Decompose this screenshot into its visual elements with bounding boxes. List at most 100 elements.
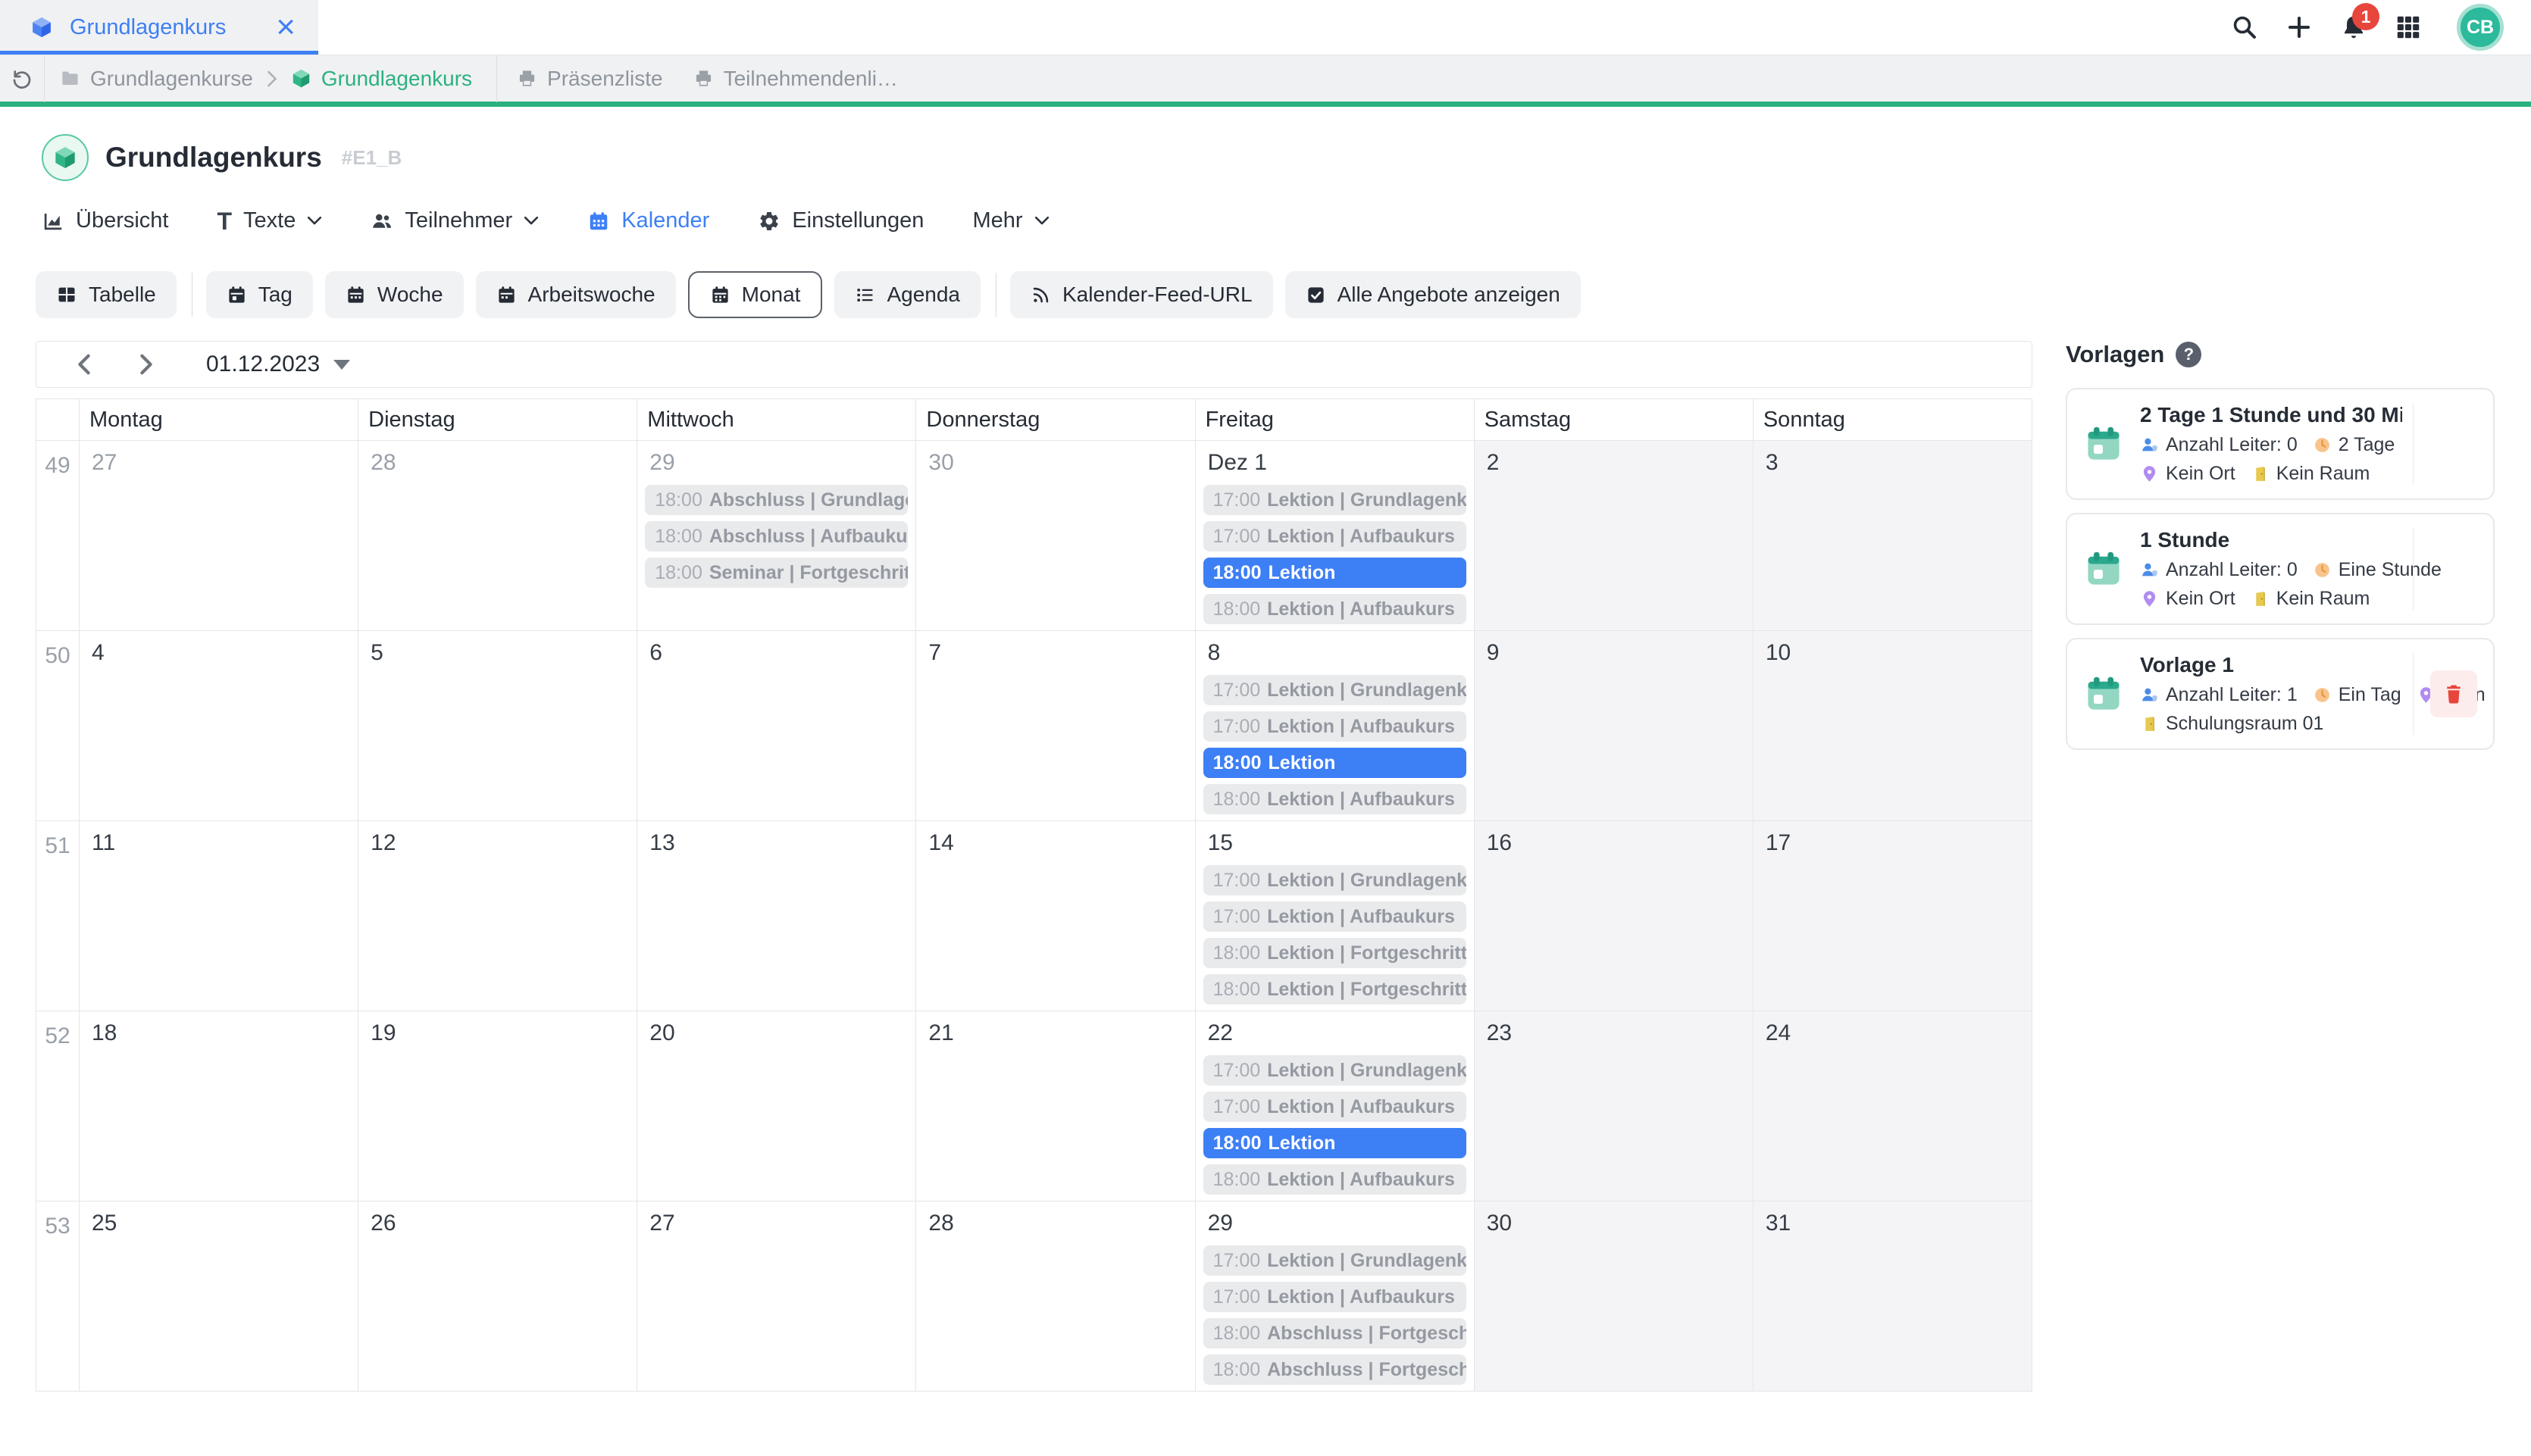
event-chip[interactable]: 18:00Lektion | Fortgeschritten…	[1203, 938, 1466, 968]
day-cell[interactable]: 12	[358, 821, 637, 1011]
event-chip[interactable]: 17:00Lektion | Grundlagenkurs	[1203, 485, 1466, 515]
event-chip[interactable]: 17:00Lektion | Aufbaukurs	[1203, 1092, 1466, 1122]
show-all-offers-button[interactable]: Alle Angebote anzeigen	[1285, 271, 1581, 318]
tab-close-icon[interactable]: ×	[276, 11, 296, 44]
day-cell[interactable]: 2918:00Abschluss | Grundlagen…18:00Absch…	[637, 441, 915, 630]
template-card[interactable]: Vorlage 1Anzahl Leiter: 1Ein TagWienSchu…	[2066, 638, 2495, 750]
week-row: 53252627282917:00Lektion | Grundlagenkur…	[36, 1201, 2032, 1391]
day-cell[interactable]: 6	[637, 631, 915, 820]
event-list: 17:00Lektion | Grundlagenkurs 17:00Lektio…	[1196, 1055, 1474, 1195]
event-chip[interactable]: 17:00Lektion | Grundlagenkurs	[1203, 675, 1466, 705]
day-cell[interactable]: 27	[637, 1201, 915, 1391]
date-picker[interactable]: 01.12.2023	[206, 352, 350, 377]
event-chip[interactable]: 18:00Lektion	[1203, 558, 1466, 588]
day-cell[interactable]: 28	[358, 441, 637, 630]
calendar-feed-url-button[interactable]: Kalender-Feed-URL	[1010, 271, 1273, 318]
delete-template-button[interactable]	[2430, 670, 2477, 717]
next-month-button[interactable]	[126, 353, 167, 376]
view-button-tag[interactable]: Tag	[206, 271, 313, 318]
event-chip[interactable]: 18:00Lektion | Aufbaukurs	[1203, 1164, 1466, 1195]
apps-grid-icon[interactable]	[2381, 14, 2436, 41]
event-chip[interactable]: 18:00Lektion | Fortgeschritten…	[1203, 974, 1466, 1005]
print-teilnehmendenliste[interactable]: Teilnehmendenli…	[693, 67, 898, 91]
tab-uebersicht[interactable]: Übersicht	[42, 208, 169, 233]
day-cell[interactable]: 2217:00Lektion | Grundlagenkurs17:00Lekt…	[1195, 1011, 1474, 1201]
day-cell[interactable]: 18	[79, 1011, 358, 1201]
day-cell[interactable]: Dez 117:00Lektion | Grundlagenkurs17:00L…	[1195, 441, 1474, 630]
event-chip[interactable]: 18:00Abschluss | Grundlagen…	[645, 485, 908, 515]
avatar[interactable]: CB	[2457, 4, 2504, 51]
day-cell[interactable]: 30	[1474, 1201, 1753, 1391]
day-cell[interactable]: 5	[358, 631, 637, 820]
day-cell[interactable]: 10	[1753, 631, 2032, 820]
event-chip[interactable]: 17:00Lektion | Grundlagenkurs	[1203, 865, 1466, 895]
day-cell[interactable]: 817:00Lektion | Grundlagenkurs17:00Lekti…	[1195, 631, 1474, 820]
day-cell[interactable]: 2	[1474, 441, 1753, 630]
add-icon[interactable]	[2272, 14, 2326, 41]
day-cell[interactable]: 26	[358, 1201, 637, 1391]
view-button-monat[interactable]: Monat	[688, 271, 823, 318]
table-view-button[interactable]: Tabelle	[36, 271, 177, 318]
event-chip[interactable]: 17:00Lektion | Aufbaukurs	[1203, 1282, 1466, 1312]
tab-teilnehmer[interactable]: Teilnehmer	[371, 208, 539, 233]
day-cell[interactable]: 21	[915, 1011, 1194, 1201]
day-cell[interactable]: 9	[1474, 631, 1753, 820]
day-cell[interactable]: 13	[637, 821, 915, 1011]
event-chip[interactable]: 17:00Lektion | Aufbaukurs	[1203, 711, 1466, 742]
more-events-link[interactable]: +2 more	[1206, 1010, 1474, 1011]
event-chip[interactable]: 18:00Lektion	[1203, 748, 1466, 778]
day-cell[interactable]: 11	[79, 821, 358, 1011]
event-chip[interactable]: 17:00Lektion | Aufbaukurs	[1203, 901, 1466, 932]
event-chip[interactable]: 18:00Abschluss | Fortgeschrit…	[1203, 1354, 1466, 1385]
day-cell[interactable]: 7	[915, 631, 1194, 820]
event-chip[interactable]: 18:00Lektion	[1203, 1128, 1466, 1158]
print-praesenzliste[interactable]: Präsenzliste	[517, 67, 663, 91]
event-chip[interactable]: 17:00Lektion | Grundlagenkurs	[1203, 1245, 1466, 1276]
event-chip[interactable]: 18:00Abschluss | Aufbaukurs	[645, 521, 908, 551]
day-cell[interactable]: 31	[1753, 1201, 2032, 1391]
day-cell[interactable]: 27	[79, 441, 358, 630]
day-cell[interactable]: 28	[915, 1201, 1194, 1391]
day-cell[interactable]: 1517:00Lektion | Grundlagenkurs17:00Lekt…	[1195, 821, 1474, 1011]
day-cell[interactable]: 3	[1753, 441, 2032, 630]
day-cell[interactable]: 16	[1474, 821, 1753, 1011]
template-card[interactable]: 2 Tage 1 Stunde und 30 Minu…Anzahl Leite…	[2066, 388, 2495, 500]
tab-einstellungen[interactable]: Einstellungen	[758, 208, 924, 233]
tab-kalender[interactable]: Kalender	[587, 208, 709, 233]
day-cell[interactable]: 23	[1474, 1011, 1753, 1201]
notifications-bell-icon[interactable]: 1	[2326, 14, 2381, 41]
history-back-icon[interactable]	[0, 67, 44, 90]
event-chip[interactable]: 17:00Lektion | Aufbaukurs	[1203, 521, 1466, 551]
event-time: 17:00	[1213, 906, 1261, 927]
more-events-link[interactable]: +2 more	[1206, 1390, 1474, 1391]
tab-mehr[interactable]: Mehr	[972, 208, 1049, 233]
view-button-arbeitswoche[interactable]: Arbeitswoche	[476, 271, 676, 318]
event-chip[interactable]: 18:00Lektion | Aufbaukurs	[1203, 784, 1466, 814]
event-chip[interactable]: 18:00Abschluss | Fortgeschrit…	[1203, 1318, 1466, 1348]
course-cube-icon	[30, 16, 53, 39]
day-cell[interactable]: 14	[915, 821, 1194, 1011]
day-cell[interactable]: 4	[79, 631, 358, 820]
browser-tab[interactable]: Grundlagenkurs ×	[0, 0, 318, 55]
day-cell[interactable]: 30	[915, 441, 1194, 630]
help-icon[interactable]: ?	[2176, 342, 2201, 367]
view-button-agenda[interactable]: Agenda	[834, 271, 981, 318]
search-icon[interactable]	[2217, 14, 2272, 41]
breadcrumb-item-grundlagenkurse[interactable]: Grundlagenkurse	[60, 67, 253, 91]
breadcrumb-label: Grundlagenkurs	[321, 67, 472, 91]
event-chip[interactable]: 17:00Lektion | Grundlagenkurs	[1203, 1055, 1466, 1086]
template-card[interactable]: 1 StundeAnzahl Leiter: 0Eine StundeKein …	[2066, 513, 2495, 625]
day-cell[interactable]: 24	[1753, 1011, 2032, 1201]
day-cell[interactable]: 19	[358, 1011, 637, 1201]
day-cell[interactable]: 17	[1753, 821, 2032, 1011]
view-button-woche[interactable]: Woche	[325, 271, 464, 318]
breadcrumb-item-grundlagenkurs[interactable]: Grundlagenkurs	[291, 67, 472, 91]
more-events-link[interactable]: +2 more	[1206, 1200, 1474, 1201]
prev-month-button[interactable]	[64, 353, 105, 376]
day-cell[interactable]: 20	[637, 1011, 915, 1201]
tab-texte[interactable]: T Texte	[217, 208, 323, 233]
event-chip[interactable]: 18:00Seminar | Fortgeschritte…	[645, 558, 908, 588]
day-cell[interactable]: 2917:00Lektion | Grundlagenkurs17:00Lekt…	[1195, 1201, 1474, 1391]
event-chip[interactable]: 18:00Lektion | Aufbaukurs	[1203, 594, 1466, 624]
day-cell[interactable]: 25	[79, 1201, 358, 1391]
